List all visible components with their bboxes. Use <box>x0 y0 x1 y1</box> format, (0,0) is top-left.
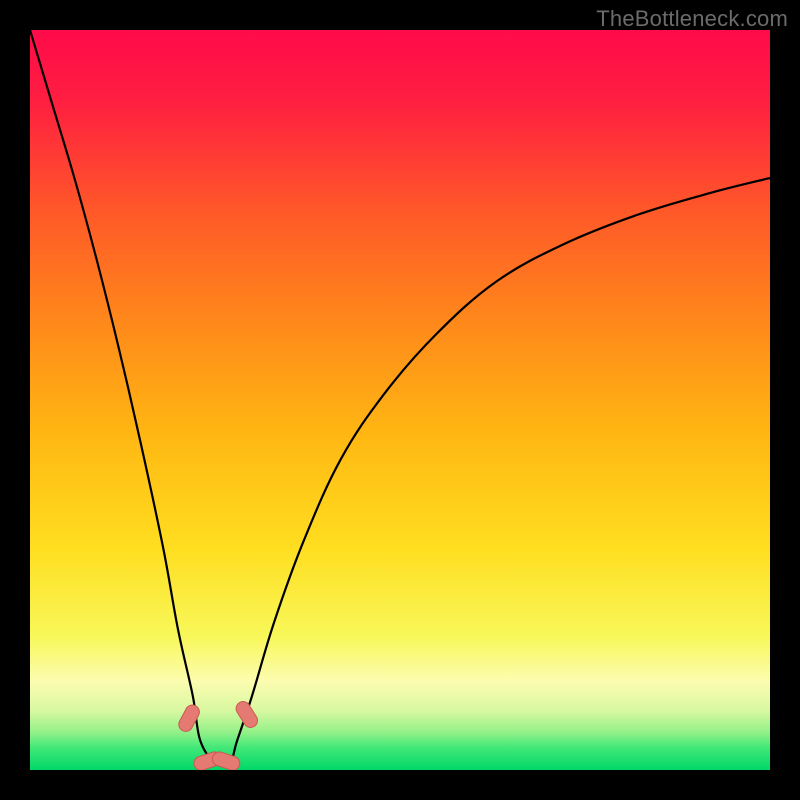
chart-frame: TheBottleneck.com <box>0 0 800 800</box>
plot-area <box>30 30 770 770</box>
gradient-background <box>30 30 770 770</box>
bottleneck-chart <box>30 30 770 770</box>
watermark-text: TheBottleneck.com <box>596 6 788 32</box>
